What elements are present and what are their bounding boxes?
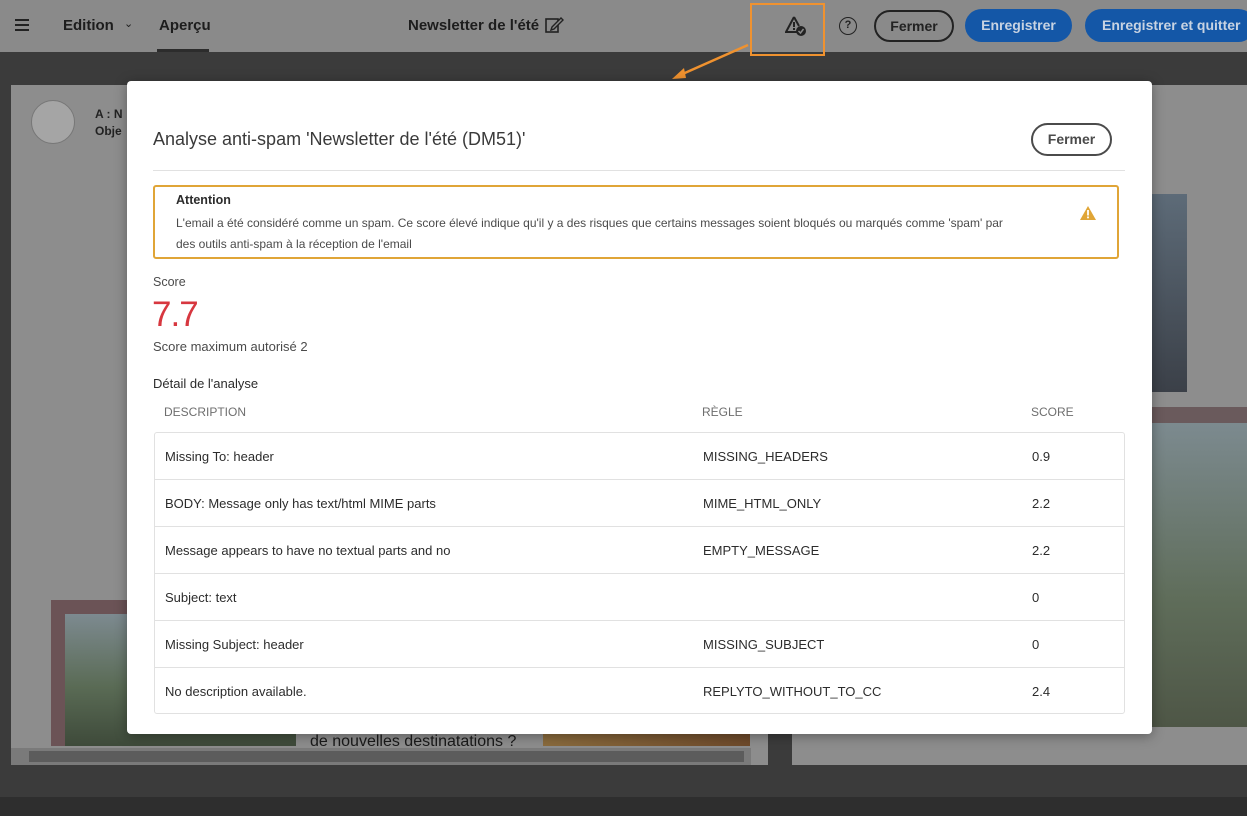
table-row: Subject: text 0 xyxy=(155,574,1124,621)
row-score: 0.9 xyxy=(1032,449,1051,464)
tab-edition[interactable]: Edition xyxy=(63,17,114,34)
row-score: 0 xyxy=(1032,590,1040,605)
top-bar: Edition ⌄ Aperçu Newsletter de l'été ? F… xyxy=(0,0,1247,56)
preview-image xyxy=(1152,194,1187,392)
tab-apercu[interactable]: Aperçu xyxy=(159,17,211,34)
active-tab-indicator xyxy=(157,49,209,52)
row-score: 0 xyxy=(1032,637,1040,652)
dialog-title: Analyse anti-spam 'Newsletter de l'été (… xyxy=(153,129,526,149)
row-description: Message appears to have no textual parts… xyxy=(165,543,451,558)
row-rule: EMPTY_MESSAGE xyxy=(703,543,820,558)
row-description: BODY: Message only has text/html MIME pa… xyxy=(165,496,436,511)
close-button[interactable]: Fermer xyxy=(874,10,954,42)
chevron-down-icon[interactable]: ⌄ xyxy=(124,17,133,30)
row-score: 2.2 xyxy=(1032,496,1051,511)
row-description: No description available. xyxy=(165,684,307,699)
analysis-table: Missing To: header MISSING_HEADERS 0.9 B… xyxy=(154,432,1125,714)
menu-icon[interactable] xyxy=(15,19,29,31)
help-icon[interactable]: ? xyxy=(839,17,857,35)
table-row: No description available. REPLYTO_WITHOU… xyxy=(155,668,1124,715)
score-max: Score maximum autorisé 2 xyxy=(153,339,308,354)
table-row: Missing Subject: header MISSING_SUBJECT … xyxy=(155,621,1124,668)
subject-label: Obje xyxy=(95,124,122,138)
row-description: Missing To: header xyxy=(165,449,274,464)
alert-text: L'email a été considéré comme un spam. C… xyxy=(176,216,1003,251)
divider xyxy=(153,170,1125,171)
edit-icon[interactable] xyxy=(544,15,564,35)
warning-alert: Attention L'email a été considéré comme … xyxy=(153,185,1119,259)
dialog-close-button[interactable]: Fermer xyxy=(1031,123,1112,156)
recipient-label: A : N xyxy=(95,107,123,121)
row-rule: MISSING_SUBJECT xyxy=(703,637,825,652)
horizontal-scrollbar[interactable] xyxy=(11,748,751,765)
column-header-description: DESCRIPTION xyxy=(164,405,247,419)
column-header-rule: RÈGLE xyxy=(702,405,743,419)
column-header-score: SCORE xyxy=(1031,405,1074,419)
spam-analysis-dialog: Analyse anti-spam 'Newsletter de l'été (… xyxy=(127,81,1152,734)
score-value: 7.7 xyxy=(152,295,199,334)
analysis-detail-title: Détail de l'analyse xyxy=(153,376,259,391)
row-description: Subject: text xyxy=(165,590,237,605)
document-title: Newsletter de l'été xyxy=(408,17,540,34)
table-row: BODY: Message only has text/html MIME pa… xyxy=(155,480,1124,527)
row-rule: REPLYTO_WITHOUT_TO_CC xyxy=(703,684,882,699)
table-row: Missing To: header MISSING_HEADERS 0.9 xyxy=(155,433,1124,480)
save-and-quit-button[interactable]: Enregistrer et quitter xyxy=(1085,9,1247,42)
avatar xyxy=(31,100,75,144)
score-label: Score xyxy=(153,275,186,289)
row-description: Missing Subject: header xyxy=(165,637,304,652)
row-rule: MIME_HTML_ONLY xyxy=(703,496,822,511)
warning-icon xyxy=(1080,206,1096,220)
row-score: 2.4 xyxy=(1032,684,1051,699)
save-button[interactable]: Enregistrer xyxy=(965,9,1072,42)
alert-title: Attention xyxy=(176,193,231,207)
page-scrollbar[interactable] xyxy=(0,797,1247,816)
row-rule: MISSING_HEADERS xyxy=(703,449,828,464)
table-row: Message appears to have no textual parts… xyxy=(155,527,1124,574)
preview-image xyxy=(1152,407,1247,727)
row-score: 2.2 xyxy=(1032,543,1051,558)
highlight-box xyxy=(750,3,825,56)
